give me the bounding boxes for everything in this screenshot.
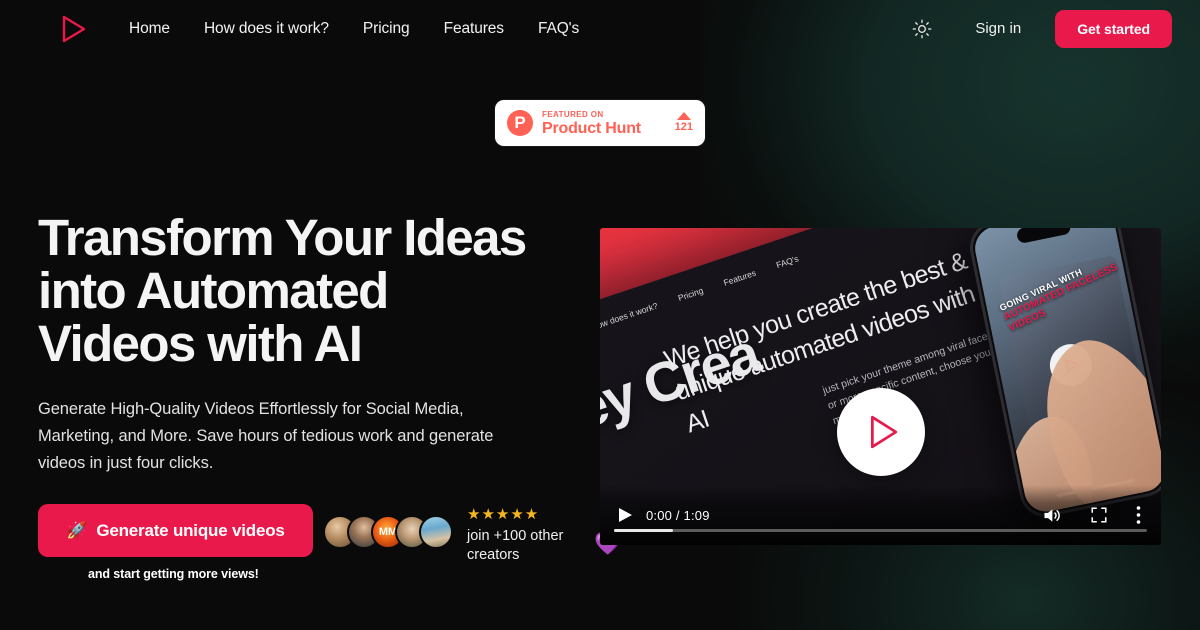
- sun-icon-glyph: [912, 19, 932, 38]
- upvote-triangle-icon: [676, 112, 691, 120]
- generate-unique-videos-button[interactable]: 🚀 Generate unique videos: [38, 504, 313, 557]
- play-triangle-logo[interactable]: [53, 9, 93, 49]
- nav-link-faqs[interactable]: FAQ's: [538, 20, 579, 38]
- play-icon-glyph: [618, 508, 632, 522]
- thumbnail-phone-mockup: GOING VIRAL WITH AUTOMATED FACELESS VIDE…: [965, 228, 1161, 522]
- hero-cta-row: 🚀 Generate unique videos and start getti…: [38, 504, 621, 581]
- rocket-icon: 🚀: [66, 520, 88, 540]
- headline-line-3: Videos with AI: [38, 315, 363, 372]
- kebab-menu-icon-glyph: [1136, 506, 1141, 524]
- navbar-right-group: Sign in Get started: [905, 9, 1172, 48]
- product-hunt-badge[interactable]: P FEATURED ON Product Hunt 121: [495, 100, 705, 146]
- thumbnail-nav-pricing: Pricing: [676, 285, 705, 304]
- nav-link-how-does-it-work[interactable]: How does it work?: [204, 20, 329, 38]
- thumbnail-nav-faqs: FAQ's: [774, 253, 800, 271]
- generate-button-label: Generate unique videos: [96, 520, 285, 540]
- social-proof: MM ★★★★★ join +100 other creators 💜: [323, 507, 621, 565]
- cta-subtext: and start getting more views!: [88, 567, 259, 581]
- avatar: [419, 515, 453, 549]
- top-navbar: Home How does it work? Pricing Features …: [0, 0, 1200, 57]
- avatar-group: MM: [323, 515, 453, 549]
- play-icon[interactable]: [614, 507, 636, 523]
- nav-links: Home How does it work? Pricing Features …: [129, 20, 579, 38]
- product-hunt-featured-label: FEATURED ON: [542, 109, 604, 119]
- get-started-button[interactable]: Get started: [1055, 9, 1172, 48]
- product-hunt-vote-count: 121: [674, 121, 693, 133]
- video-progress-fill: [614, 529, 673, 532]
- sign-in-link[interactable]: Sign in: [975, 20, 1021, 37]
- kebab-menu-icon[interactable]: [1136, 505, 1141, 525]
- hero-left-column: Transform Your Ideas into Automated Vide…: [38, 211, 621, 581]
- video-controls-bar: 0:00 / 1:09: [600, 485, 1161, 545]
- product-hunt-name: Product Hunt: [542, 119, 641, 137]
- fullscreen-icon[interactable]: [1090, 506, 1108, 524]
- sun-icon[interactable]: [905, 12, 939, 46]
- play-triangle-logo-icon: [62, 15, 86, 42]
- nav-link-pricing[interactable]: Pricing: [363, 20, 410, 38]
- phone-notch: [1015, 228, 1072, 245]
- product-hunt-text: FEATURED ON Product Hunt: [542, 110, 641, 137]
- product-hunt-logo-icon: P: [507, 110, 533, 136]
- volume-icon-glyph: [1044, 508, 1060, 522]
- hero-video-player[interactable]: Home How does it work? Pricing Features …: [600, 228, 1161, 545]
- page-title: Transform Your Ideas into Automated Vide…: [38, 211, 583, 370]
- fullscreen-icon-glyph: [1091, 507, 1107, 523]
- join-creators-text: join +100 other creators: [467, 528, 564, 563]
- nav-link-features[interactable]: Features: [444, 20, 504, 38]
- thumbnail-nav-how: How does it work?: [600, 300, 659, 333]
- thumbnail-nav-features: Features: [722, 267, 758, 288]
- video-time-display: 0:00 / 1:09: [646, 507, 710, 523]
- volume-icon[interactable]: [1041, 505, 1062, 526]
- play-triangle-outline-icon: [870, 415, 897, 449]
- headline-line-1: Transform Your Ideas: [38, 209, 527, 266]
- video-controls-right: [1041, 505, 1147, 526]
- nav-link-home[interactable]: Home: [129, 20, 170, 38]
- video-play-overlay-button[interactable]: [836, 388, 925, 476]
- headline-line-2: into Automated: [38, 262, 389, 319]
- video-progress-bar[interactable]: [614, 529, 1147, 532]
- hero-subheading: Generate High-Quality Videos Effortlessl…: [38, 400, 494, 472]
- product-hunt-votes[interactable]: 121: [675, 112, 693, 134]
- rating-block: ★★★★★ join +100 other creators: [467, 507, 572, 565]
- phone-screen: GOING VIRAL WITH AUTOMATED FACELESS VIDE…: [971, 228, 1161, 516]
- star-rating: ★★★★★: [467, 506, 540, 523]
